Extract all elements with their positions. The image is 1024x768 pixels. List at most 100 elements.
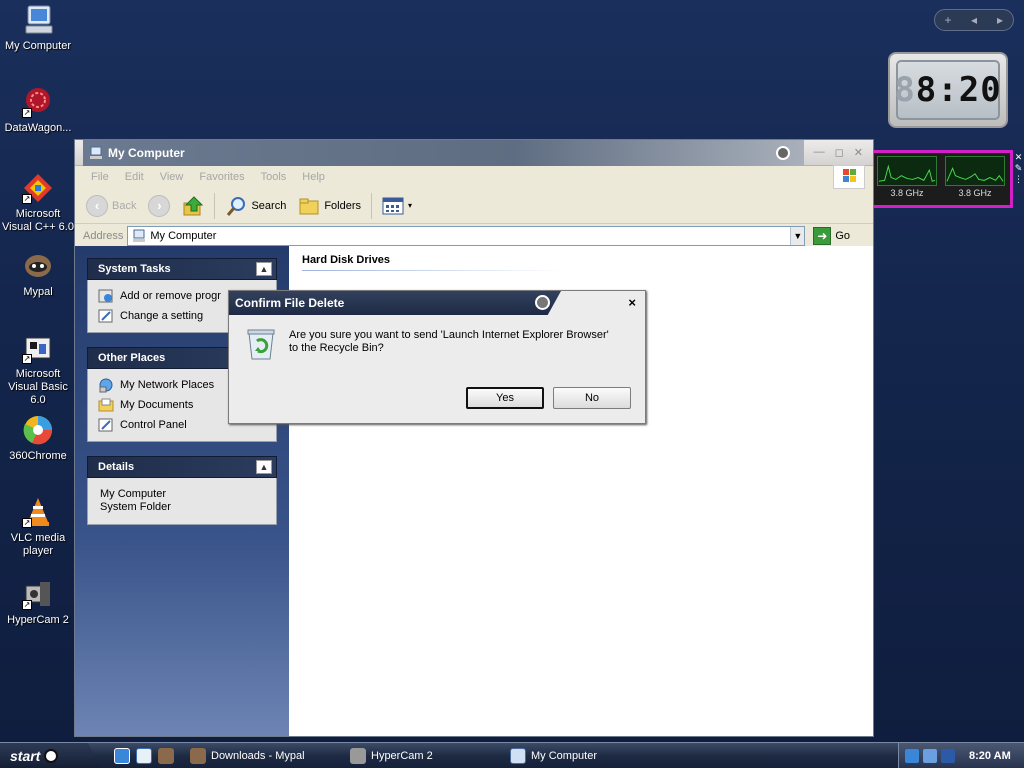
- start-button[interactable]: start: [0, 742, 100, 768]
- my-computer-icon: [22, 4, 54, 36]
- task-label: Downloads - Mypal: [211, 749, 305, 762]
- details-panel: Details ▲ My Computer System Folder: [87, 456, 277, 525]
- display-tray-icon[interactable]: [941, 748, 955, 763]
- taskbar-item-downloads-mypal[interactable]: Downloads - Mypal: [184, 745, 344, 767]
- dialog-message: Are you sure you want to send 'Launch In…: [289, 327, 609, 361]
- views-icon: [382, 197, 404, 214]
- cpu-meter-gadget[interactable]: 3.8 GHz 3.8 GHz: [869, 150, 1013, 208]
- clock-display: 8 8:20: [894, 60, 1002, 120]
- next-gadget-button[interactable]: ▸: [990, 13, 1010, 27]
- desktop-icon-datawagon[interactable]: ↗ DataWagon...: [0, 86, 76, 135]
- shortcut-arrow-icon: ↗: [22, 194, 32, 204]
- go-button[interactable]: ➜ Go: [813, 227, 850, 245]
- menu-file[interactable]: File: [85, 171, 115, 183]
- collapse-chevron-icon[interactable]: ▲: [256, 460, 272, 474]
- collapse-chevron-icon[interactable]: ▲: [256, 262, 272, 276]
- gadget-navigation: + ◂ ▸: [934, 9, 1014, 31]
- details-header[interactable]: Details ▲: [87, 456, 277, 478]
- place-label: Control Panel: [120, 419, 187, 431]
- task-label: My Computer: [531, 749, 598, 762]
- yes-button[interactable]: Yes: [466, 387, 544, 409]
- volume-tray-icon[interactable]: [923, 748, 937, 763]
- window-titlebar[interactable]: My Computer — ◻ ✕: [75, 139, 873, 166]
- place-label: My Documents: [120, 399, 194, 411]
- desktop-icon-360chrome[interactable]: 360Chrome: [0, 414, 76, 463]
- taskbar-item-hypercam[interactable]: HyperCam 2: [344, 745, 504, 767]
- up-folder-icon: [183, 195, 204, 215]
- add-gadget-button[interactable]: +: [938, 13, 958, 27]
- views-button[interactable]: ▾: [377, 193, 417, 219]
- desktop-icon-mypal[interactable]: Mypal: [0, 250, 76, 299]
- folders-button[interactable]: Folders: [293, 191, 366, 221]
- desktop-icon-visual-basic[interactable]: ↗ Microsoft Visual Basic 6.0: [0, 332, 76, 407]
- folders-label: Folders: [324, 199, 362, 212]
- folders-icon: [299, 198, 319, 214]
- network-tray-icon[interactable]: [905, 748, 919, 763]
- menu-view[interactable]: View: [154, 171, 190, 183]
- clock-time: 8:20: [915, 70, 1002, 110]
- address-label: Address: [83, 230, 124, 242]
- forward-button[interactable]: ›: [143, 191, 175, 221]
- desktop-icon-label: 360Chrome: [9, 450, 67, 462]
- browser-icon[interactable]: [136, 747, 152, 764]
- confirm-file-delete-dialog: Confirm File Delete × Are you sure you w…: [228, 290, 646, 424]
- tray-clock[interactable]: 8:20 AM: [969, 750, 1011, 762]
- back-label: Back: [112, 199, 137, 212]
- start-orb-icon: [44, 748, 59, 763]
- menu-favorites[interactable]: Favorites: [193, 171, 250, 183]
- section-divider: [302, 270, 562, 271]
- back-button[interactable]: ‹ Back: [81, 191, 141, 221]
- my-computer-window: My Computer — ◻ ✕ File Edit View Favorit…: [74, 139, 874, 737]
- search-label: Search: [251, 199, 287, 212]
- taskbar-item-my-computer[interactable]: My Computer: [504, 745, 664, 767]
- internet-explorer-icon[interactable]: [114, 747, 130, 764]
- desktop-icon-hypercam[interactable]: ↗ HyperCam 2: [0, 578, 76, 627]
- clock-ghost-digit: 8: [894, 70, 916, 110]
- desktop-icon-visual-cpp[interactable]: ↗ Microsoft Visual C++ 6.0: [0, 172, 76, 234]
- minimize-icon[interactable]: —: [814, 146, 825, 159]
- address-dropdown-icon[interactable]: ▼: [790, 227, 805, 245]
- previous-gadget-button[interactable]: ◂: [964, 13, 984, 27]
- toolbar-separator: [371, 192, 373, 219]
- window-title: My Computer: [108, 145, 185, 160]
- close-gadget-icon[interactable]: ✕: [1014, 152, 1023, 163]
- address-input[interactable]: My Computer ▼: [127, 226, 806, 246]
- dialog-title-band: Confirm File Delete: [229, 291, 561, 315]
- recycle-bin-icon: [245, 327, 277, 361]
- system-tasks-header[interactable]: System Tasks ▲: [87, 258, 277, 280]
- menu-tools[interactable]: Tools: [255, 171, 293, 183]
- desktop-icon-vlc[interactable]: ↗ VLC media player: [0, 496, 76, 558]
- dialog-close-icon[interactable]: ×: [628, 295, 636, 310]
- desktop-icon-label: DataWagon...: [4, 122, 72, 134]
- add-remove-programs-icon: [98, 289, 113, 303]
- desktop-icon-label: My Computer: [4, 40, 72, 52]
- shortcut-arrow-icon: ↗: [22, 600, 32, 610]
- mypal-icon[interactable]: [158, 747, 174, 764]
- views-dropdown-icon: ▾: [408, 201, 413, 210]
- shortcut-arrow-icon: ↗: [22, 518, 32, 528]
- desktop-icon-my-computer[interactable]: My Computer: [0, 4, 76, 53]
- toolbar-separator: [214, 192, 216, 219]
- dialog-titlebar[interactable]: Confirm File Delete ×: [229, 291, 645, 315]
- no-button[interactable]: No: [553, 387, 631, 409]
- search-icon: [227, 196, 246, 216]
- system-tasks-title: System Tasks: [98, 263, 171, 275]
- details-text: My Computer System Folder: [98, 484, 266, 518]
- change-setting-icon: [98, 309, 113, 323]
- maximize-icon[interactable]: ◻: [835, 146, 844, 159]
- menu-help[interactable]: Help: [296, 171, 331, 183]
- quick-launch: [114, 747, 174, 764]
- start-label: start: [10, 747, 41, 764]
- search-button[interactable]: Search: [220, 191, 291, 221]
- gadget-settings-icon[interactable]: ✎: [1014, 163, 1023, 174]
- cpu-core-2: 3.8 GHz: [944, 156, 1006, 202]
- clock-gadget[interactable]: 8 8:20: [888, 52, 1008, 128]
- back-arrow-icon: ‹: [86, 194, 108, 217]
- menu-edit[interactable]: Edit: [119, 171, 150, 183]
- up-folder-button[interactable]: [177, 191, 209, 221]
- gadget-drag-handle-icon[interactable]: ⋮: [1014, 174, 1023, 185]
- gadget-side-controls: ✕ ✎ ⋮: [1014, 152, 1023, 196]
- close-icon[interactable]: ✕: [854, 146, 863, 159]
- address-value: My Computer: [150, 230, 217, 242]
- 360chrome-icon: [22, 414, 54, 446]
